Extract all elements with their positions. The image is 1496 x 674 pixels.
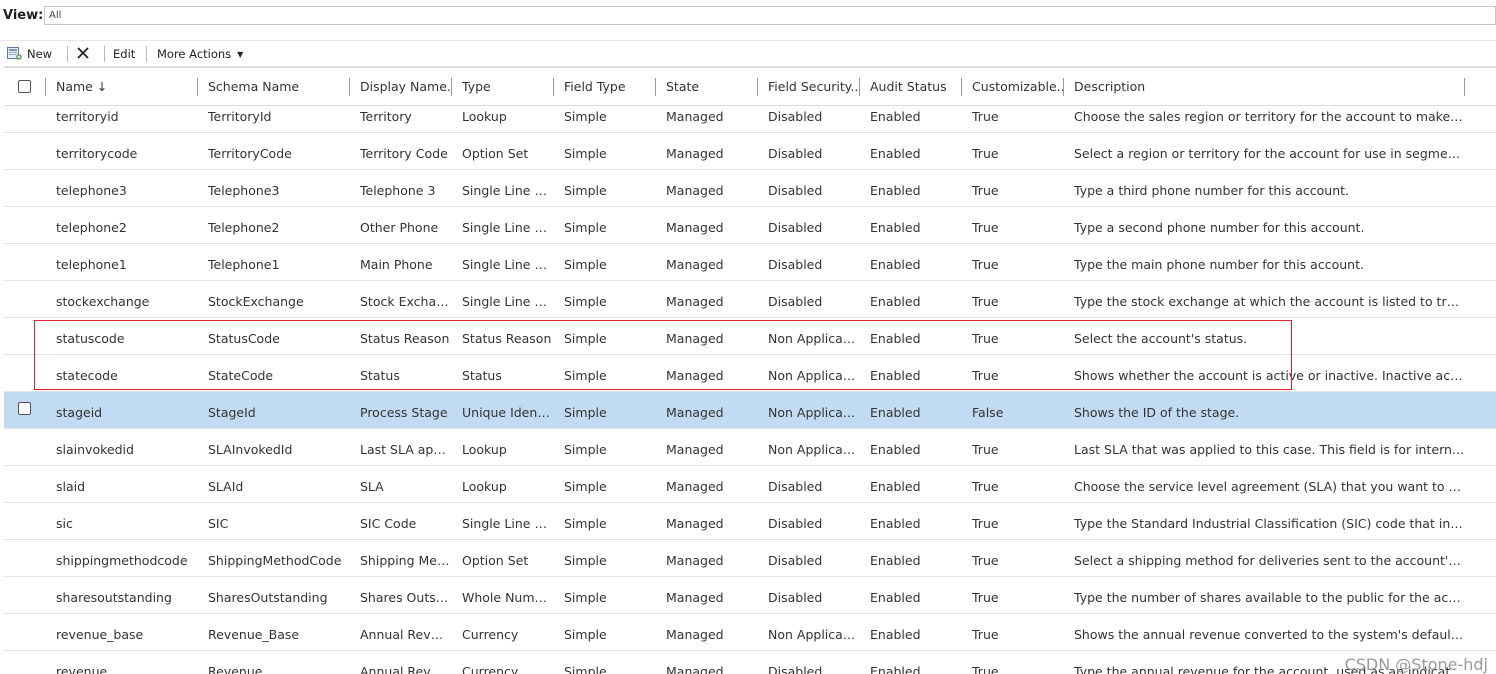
table-row[interactable]: stageidStageIdProcess StageUnique Identi… [4, 392, 1496, 429]
column-header-display-name[interactable]: Display Name... [360, 68, 452, 106]
column-header-type[interactable]: Type [462, 68, 554, 106]
column-separator[interactable] [655, 78, 656, 96]
table-row[interactable]: statecodeStateCodeStatusStatusSimpleMana… [4, 355, 1496, 392]
command-bar: New Edit More Actions ▼ [0, 42, 1496, 66]
table-row[interactable]: revenue_baseRevenue_BaseAnnual Reven...C… [4, 614, 1496, 651]
column-header-state[interactable]: State [666, 68, 758, 106]
new-record-icon[interactable] [7, 46, 22, 60]
cell-schema: Revenue [208, 661, 348, 674]
cell-state: Managed [666, 661, 756, 674]
select-all-checkbox[interactable] [18, 80, 31, 93]
view-label: View: [3, 8, 43, 23]
column-separator[interactable] [553, 78, 554, 96]
table-row[interactable]: telephone1Telephone1Main PhoneSingle Lin… [4, 244, 1496, 281]
grid-body: territoryidTerritoryIdTerritoryLookupSim… [4, 106, 1496, 674]
edit-button[interactable]: Edit [113, 45, 135, 63]
cell-name: revenue [56, 661, 196, 674]
column-separator[interactable] [1063, 78, 1064, 96]
toolbar-separator [67, 46, 68, 62]
view-selector[interactable]: All [44, 6, 1496, 25]
column-separator[interactable] [451, 78, 452, 96]
watermark: CSDN @Stone-hdj [1345, 655, 1488, 674]
cell-field-type: Simple [564, 661, 654, 674]
cell-field-security: Disabled [768, 661, 860, 674]
new-button[interactable]: New [27, 45, 52, 63]
toolbar-separator [104, 46, 105, 62]
column-header-description[interactable]: Description [1074, 68, 1464, 106]
table-row[interactable]: territoryidTerritoryIdTerritoryLookupSim… [4, 106, 1496, 133]
table-row[interactable]: revenue Revenue Annual Reven... Currency Sim… [4, 651, 1496, 674]
row-checkbox[interactable] [18, 402, 31, 415]
column-header-field-security[interactable]: Field Security... [768, 68, 860, 106]
view-bar: View: All [0, 0, 1496, 30]
table-row[interactable]: telephone3Telephone3Telephone 3Single Li… [4, 170, 1496, 207]
column-separator[interactable] [961, 78, 962, 96]
column-separator [45, 78, 46, 96]
column-header-audit-status[interactable]: Audit Status [870, 68, 962, 106]
column-separator[interactable] [757, 78, 758, 96]
column-header-field-type[interactable]: Field Type [564, 68, 656, 106]
table-row[interactable]: slaidSLAIdSLALookupSimpleManagedDisabled… [4, 466, 1496, 503]
column-header-schema-name[interactable]: Schema Name [208, 68, 348, 106]
column-header-name[interactable]: Name ↓ [56, 68, 196, 106]
table-row[interactable]: stockexchangeStockExchangeStock Exchange… [4, 281, 1496, 318]
divider [0, 40, 1496, 41]
column-header-customizable[interactable]: Customizable... [972, 68, 1064, 106]
table-row[interactable]: territorycodeTerritoryCodeTerritory Code… [4, 133, 1496, 170]
table-row[interactable]: statuscodeStatusCodeStatus ReasonStatus … [4, 318, 1496, 355]
cell-display: Annual Reven... [360, 661, 450, 674]
table-row[interactable]: shippingmethodcodeShippingMethodCodeShip… [4, 540, 1496, 577]
toolbar-separator [146, 46, 147, 62]
dropdown-caret-icon: ▼ [237, 46, 243, 64]
table-row[interactable]: slainvokedidSLAInvokedIdLast SLA appl...… [4, 429, 1496, 466]
column-separator[interactable] [197, 78, 198, 96]
delete-x-icon[interactable] [76, 46, 90, 60]
table-row[interactable]: telephone2Telephone2Other PhoneSingle Li… [4, 207, 1496, 244]
table-row[interactable]: sicSICSIC CodeSingle Line of...SimpleMan… [4, 503, 1496, 540]
cell-type: Currency [462, 661, 552, 674]
more-actions-button[interactable]: More Actions ▼ [157, 45, 243, 63]
grid-header: Name ↓ Schema Name Display Name... Type … [4, 66, 1496, 106]
table-row[interactable]: sharesoutstandingSharesOutstandingShares… [4, 577, 1496, 614]
cell-audit-status: Enabled [870, 661, 960, 674]
column-separator[interactable] [349, 78, 350, 96]
column-separator[interactable] [1464, 78, 1465, 96]
column-separator[interactable] [859, 78, 860, 96]
cell-customizable: True [972, 661, 1062, 674]
more-actions-label: More Actions [157, 47, 231, 61]
